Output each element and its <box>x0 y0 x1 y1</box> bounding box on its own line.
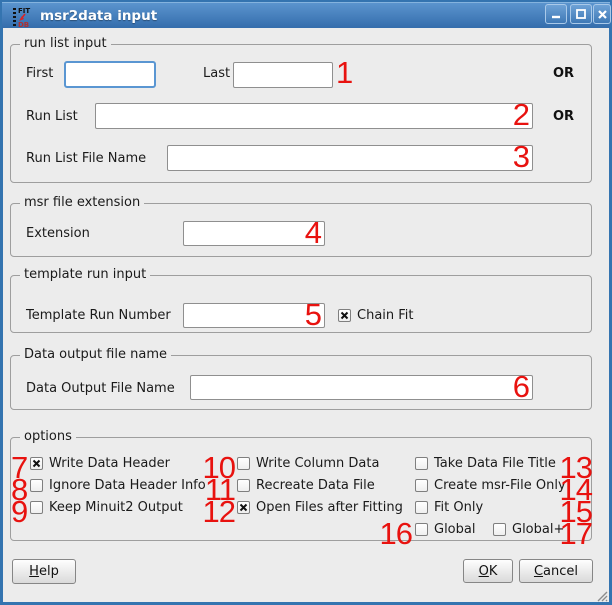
fit-only-label: Fit Only <box>434 500 483 516</box>
data-output-file-name-input[interactable] <box>190 375 533 400</box>
annotation-4: 4 <box>285 217 321 248</box>
run-list-input[interactable] <box>95 103 533 129</box>
minimize-button[interactable] <box>545 4 567 24</box>
annotation-2: 2 <box>489 99 529 130</box>
resize-grip-icon[interactable] <box>594 587 608 601</box>
ok-button[interactable]: OK <box>463 559 513 583</box>
first-run-input[interactable] <box>64 61 156 88</box>
fit-only-checkbox[interactable] <box>415 501 428 514</box>
template-run-number-label: Template Run Number <box>26 308 171 324</box>
take-data-file-title-checkbox[interactable] <box>415 457 428 470</box>
keep-minuit2-output-label: Keep Minuit2 Output <box>49 500 183 516</box>
msr2data-app-icon: FIT DB <box>13 6 35 28</box>
group-title-options: options <box>20 429 76 444</box>
group-title-template-run-input: template run input <box>20 267 150 282</box>
annotation-9: 9 <box>11 496 27 527</box>
keep-minuit2-output-checkbox[interactable] <box>30 501 43 514</box>
checkmark-x-icon <box>239 503 248 512</box>
checkmark-x-icon <box>340 311 349 320</box>
extension-label: Extension <box>26 226 90 242</box>
maximize-button[interactable] <box>570 4 592 24</box>
open-files-after-fitting-label: Open Files after Fitting <box>256 500 403 516</box>
global-checkbox[interactable] <box>415 523 428 536</box>
data-output-file-name-label: Data Output File Name <box>26 381 175 397</box>
write-data-header-checkbox[interactable] <box>30 457 43 470</box>
chain-fit-checkbox[interactable] <box>338 309 351 322</box>
run-list-label: Run List <box>26 109 78 125</box>
last-label: Last <box>203 66 230 82</box>
svg-text:FIT: FIT <box>18 7 30 15</box>
close-button[interactable] <box>593 4 611 24</box>
msr2data-dialog-window: FIT DB msr2data input run list input Fir… <box>0 0 612 605</box>
annotation-17: 17 <box>556 518 592 549</box>
first-label: First <box>26 66 53 82</box>
recreate-data-file-checkbox[interactable] <box>237 479 250 492</box>
write-data-header-label: Write Data Header <box>49 456 170 472</box>
group-title-msr-file-extension: msr file extension <box>20 195 144 210</box>
group-title-run-list-input: run list input <box>20 36 111 51</box>
annotation-6: 6 <box>489 371 529 402</box>
annotation-1: 1 <box>336 57 352 88</box>
annotation-12: 12 <box>180 496 235 527</box>
ignore-data-header-info-checkbox[interactable] <box>30 479 43 492</box>
last-run-input[interactable] <box>233 62 333 88</box>
annotation-3: 3 <box>489 141 529 172</box>
chain-fit-label: Chain Fit <box>357 308 414 324</box>
run-list-file-name-input[interactable] <box>167 145 533 171</box>
global-label: Global <box>434 522 475 538</box>
open-files-after-fitting-checkbox[interactable] <box>237 501 250 514</box>
create-msr-file-only-label: Create msr-File Only <box>434 478 566 494</box>
group-title-data-output-file-name: Data output file name <box>20 347 171 362</box>
annotation-16: 16 <box>368 518 412 549</box>
svg-text:DB: DB <box>18 21 29 28</box>
checkmark-x-icon <box>32 459 41 468</box>
or-label-2: OR <box>553 109 574 125</box>
create-msr-file-only-checkbox[interactable] <box>415 479 428 492</box>
write-column-data-label: Write Column Data <box>256 456 379 472</box>
take-data-file-title-label: Take Data File Title <box>434 456 556 472</box>
annotation-5: 5 <box>285 299 321 330</box>
window-title: msr2data input <box>40 8 157 24</box>
recreate-data-file-label: Recreate Data File <box>256 478 375 494</box>
cancel-button[interactable]: Cancel <box>519 559 593 583</box>
or-label-1: OR <box>553 66 574 82</box>
run-list-file-name-label: Run List File Name <box>26 151 146 167</box>
global-plus-checkbox[interactable] <box>493 523 506 536</box>
title-bar[interactable]: FIT DB msr2data input <box>2 2 610 28</box>
help-button[interactable]: Help <box>12 559 76 584</box>
write-column-data-checkbox[interactable] <box>237 457 250 470</box>
